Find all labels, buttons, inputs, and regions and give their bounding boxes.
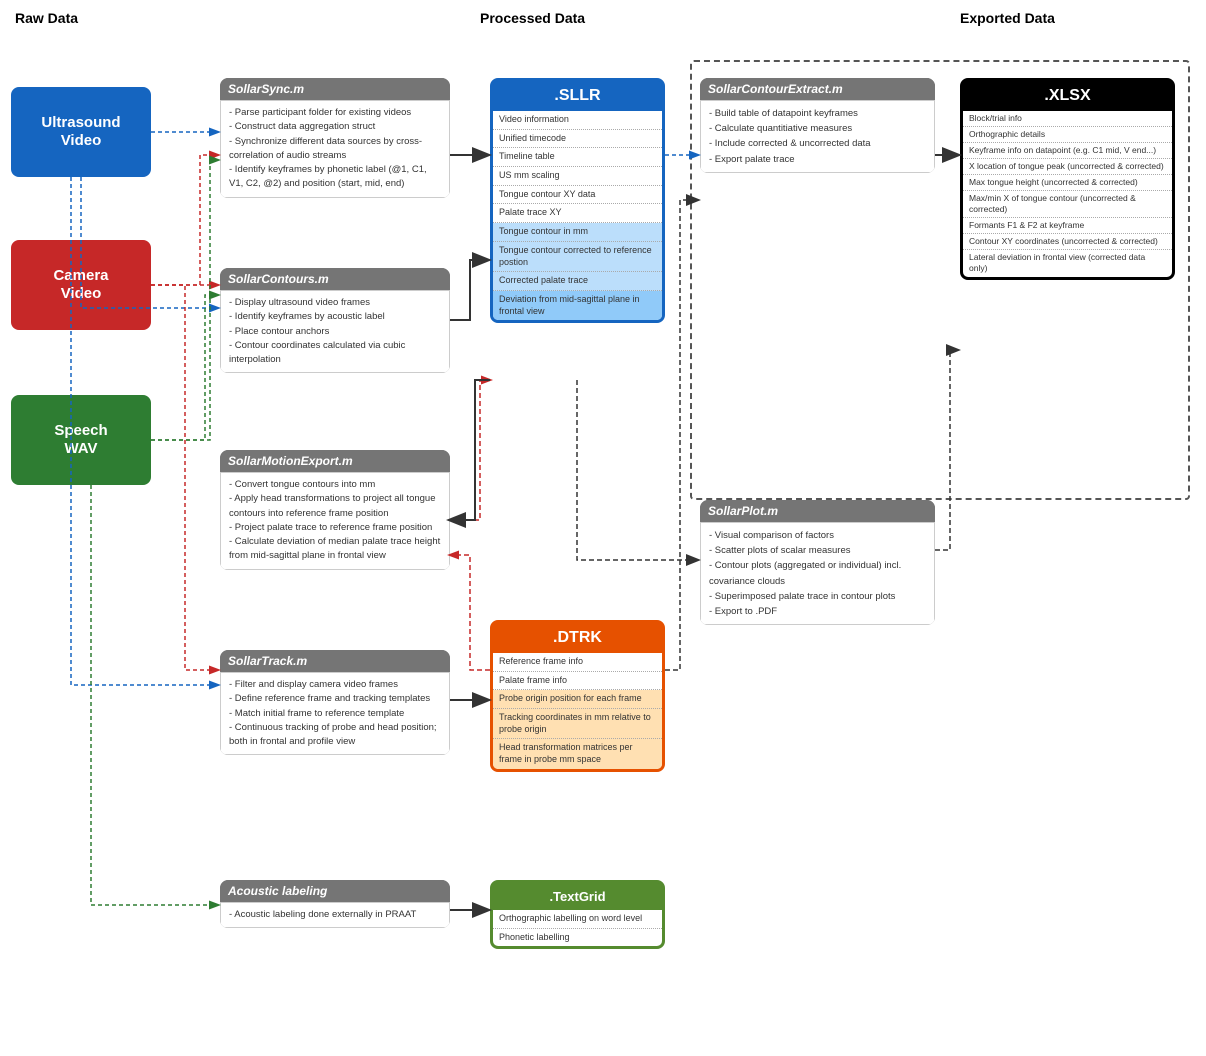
sollar-sync-content: - Parse participant folder for existing … [220,100,450,198]
xlsx-item-4: X location of tongue peak (uncorrected &… [963,159,1172,175]
xlsx-item-6: Max/min X of tongue contour (uncorrected… [963,191,1172,218]
sollar-plot-module: SollarPlot.m - Visual comparison of fact… [700,500,935,625]
sllr-item-7: Tongue contour in mm [493,223,662,242]
sollar-plot-content: - Visual comparison of factors - Scatter… [700,522,935,625]
sllr-item-1: Video information [493,111,662,130]
sollar-motion-content: - Convert tongue contours into mm - Appl… [220,472,450,570]
acoustic-labeling-module: Acoustic labeling - Acoustic labeling do… [220,880,450,928]
sllr-output-box: .SLLR Video information Unified timecode… [490,78,665,323]
xlsx-output-box: .XLSX Block/trial info Orthographic deta… [960,78,1175,280]
sollar-sync-title: SollarSync.m [220,78,450,100]
track-item-1: - Filter and display camera video frames [229,678,441,692]
ultrasound-label: Ultrasound Video [41,114,120,150]
xlsx-item-5: Max tongue height (uncorrected & correct… [963,175,1172,191]
acoustic-labeling-title: Acoustic labeling [220,880,450,902]
sllr-item-5: Tongue contour XY data [493,186,662,205]
plot-item-4: - Superimposed palate trace in contour p… [709,589,926,604]
contour-item-3: - Place contour anchors [229,325,441,339]
sllr-item-10: Deviation from mid-sagittal plane in fro… [493,291,662,320]
sync-item-1: - Parse participant folder for existing … [229,106,441,120]
xlsx-title: .XLSX [963,81,1172,111]
sllr-items: Video information Unified timecode Timel… [493,111,662,320]
xlsx-item-8: Contour XY coordinates (uncorrected & co… [963,234,1172,250]
track-item-4: - Continuous tracking of probe and head … [229,721,441,750]
sollar-track-title: SollarTrack.m [220,650,450,672]
xlsx-items: Block/trial info Orthographic details Ke… [963,111,1172,277]
contour-item-2: - Identify keyframes by acoustic label [229,310,441,324]
sollar-sync-module: SollarSync.m - Parse participant folder … [220,78,450,198]
camera-label: CameraVideo [53,267,108,303]
sollar-contours-module: SollarContours.m - Display ultrasound vi… [220,268,450,373]
sollar-plot-title: SollarPlot.m [700,500,935,522]
dtrk-item-3: Probe origin position for each frame [493,690,662,709]
xlsx-item-1: Block/trial info [963,111,1172,127]
sollar-motion-title: SollarMotionExport.m [220,450,450,472]
sync-item-2: - Construct data aggregation struct [229,120,441,134]
xlsx-item-3: Keyframe info on datapoint (e.g. C1 mid,… [963,143,1172,159]
sollar-track-content: - Filter and display camera video frames… [220,672,450,755]
motion-item-4: - Calculate deviation of median palate t… [229,535,441,564]
sllr-item-9: Corrected palate trace [493,272,662,291]
sllr-item-2: Unified timecode [493,130,662,149]
plot-item-1: - Visual comparison of factors [709,528,926,543]
sollar-contours-content: - Display ultrasound video frames - Iden… [220,290,450,373]
textgrid-items: Orthographic labelling on word level Pho… [493,910,662,946]
dtrk-output-box: .DTRK Reference frame info Palate frame … [490,620,665,772]
dtrk-title: .DTRK [493,623,662,653]
track-item-3: - Match initial frame to reference templ… [229,707,441,721]
sllr-item-3: Timeline table [493,148,662,167]
plot-item-5: - Export to .PDF [709,604,926,619]
textgrid-item-1: Orthographic labelling on word level [493,910,662,929]
motion-item-2: - Apply head transformations to project … [229,492,441,521]
sync-item-3: - Synchronize different data sources by … [229,135,441,164]
track-item-2: - Define reference frame and tracking te… [229,692,441,706]
sollar-contours-title: SollarContours.m [220,268,450,290]
xlsx-item-9: Lateral deviation in frontal view (corre… [963,250,1172,276]
motion-item-3: - Project palate trace to reference fram… [229,521,441,535]
acoustic-item-1: - Acoustic labeling done externally in P… [229,908,441,922]
dtrk-item-2: Palate frame info [493,672,662,691]
raw-data-header: Raw Data [15,10,78,26]
dtrk-items: Reference frame info Palate frame info P… [493,653,662,769]
sllr-title: .SLLR [493,81,662,111]
dtrk-item-5: Head transformation matrices per frame i… [493,739,662,768]
sollar-motion-module: SollarMotionExport.m - Convert tongue co… [220,450,450,570]
processed-data-header: Processed Data [480,10,585,26]
xlsx-item-2: Orthographic details [963,127,1172,143]
sllr-item-4: US mm scaling [493,167,662,186]
acoustic-labeling-content: - Acoustic labeling done externally in P… [220,902,450,928]
speech-label: SpeechWAV [54,422,107,458]
textgrid-title: .TextGrid [493,883,662,910]
plot-item-2: - Scatter plots of scalar measures [709,543,926,558]
textgrid-item-2: Phonetic labelling [493,929,662,947]
textgrid-output-box: .TextGrid Orthographic labelling on word… [490,880,665,949]
dtrk-item-4: Tracking coordinates in mm relative to p… [493,709,662,739]
ultrasound-video-box: Ultrasound Video [11,87,151,177]
contour-item-1: - Display ultrasound video frames [229,296,441,310]
sllr-item-6: Palate trace XY [493,204,662,223]
sollar-track-module: SollarTrack.m - Filter and display camer… [220,650,450,755]
diagram-container: Raw Data Processed Data Exported Data Ul… [0,0,1206,1056]
sync-item-4: - Identify keyframes by phonetic label (… [229,163,441,192]
xlsx-item-7: Formants F1 & F2 at keyframe [963,218,1172,234]
exported-data-header: Exported Data [960,10,1055,26]
speech-wav-box: SpeechWAV [11,395,151,485]
camera-video-box: CameraVideo [11,240,151,330]
motion-item-1: - Convert tongue contours into mm [229,478,441,492]
plot-item-3: - Contour plots (aggregated or individua… [709,558,926,588]
dtrk-item-1: Reference frame info [493,653,662,672]
contour-item-4: - Contour coordinates calculated via cub… [229,339,441,368]
sllr-item-8: Tongue contour corrected to reference po… [493,242,662,272]
